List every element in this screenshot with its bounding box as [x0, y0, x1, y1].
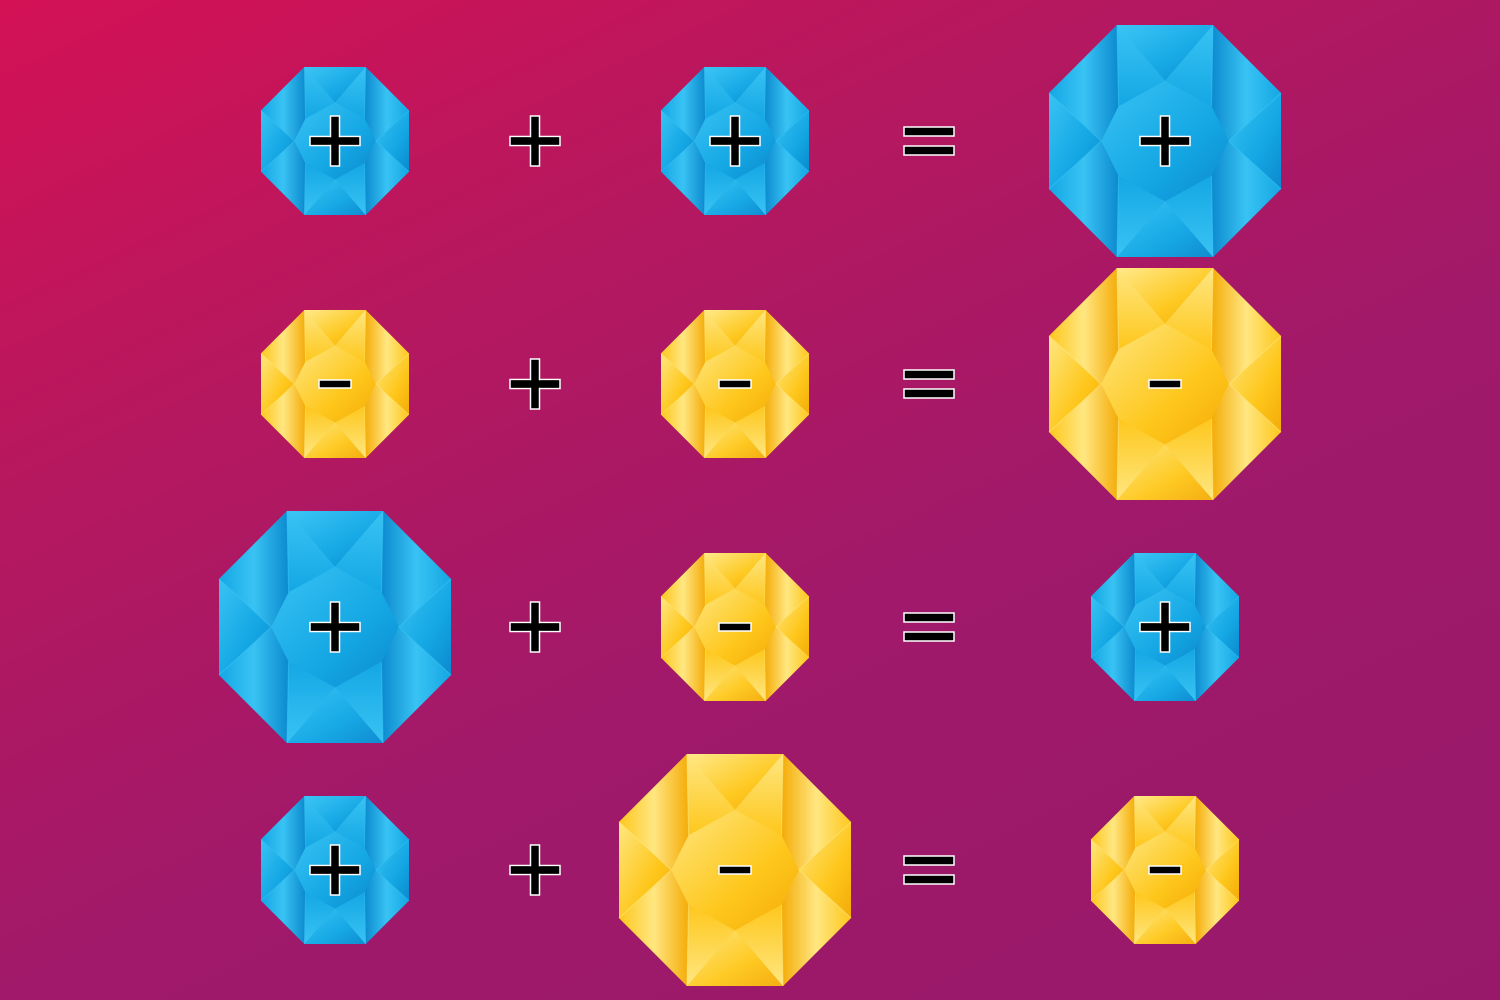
blue-positive-gem-icon: [660, 66, 810, 216]
plus-charge-icon: [295, 587, 375, 667]
minus-charge-icon: [695, 830, 775, 910]
yellow-negative-gem-icon: [260, 309, 410, 459]
yellow-negative-gem-icon: [660, 552, 810, 702]
minus-charge-icon: [695, 587, 775, 667]
minus-charge-icon: [1125, 344, 1205, 424]
blue-positive-gem-icon: [218, 510, 452, 744]
plus-operator-icon: [495, 344, 575, 424]
blue-positive-gem-icon: [260, 66, 410, 216]
equals-operator-icon: [889, 830, 969, 910]
minus-charge-icon: [695, 344, 775, 424]
plus-charge-icon: [1125, 101, 1205, 181]
plus-charge-icon: [295, 830, 375, 910]
plus-charge-icon: [695, 101, 775, 181]
blue-positive-gem-icon: [1048, 24, 1282, 258]
blue-positive-gem-icon: [1090, 552, 1240, 702]
plus-charge-icon: [295, 101, 375, 181]
minus-charge-icon: [1125, 830, 1205, 910]
blue-positive-gem-icon: [260, 795, 410, 945]
plus-operator-icon: [495, 830, 575, 910]
equals-operator-icon: [889, 587, 969, 667]
yellow-negative-gem-icon: [1048, 267, 1282, 501]
plus-charge-icon: [1125, 587, 1205, 667]
equation-grid: [0, 0, 1500, 1000]
equals-operator-icon: [889, 344, 969, 424]
equals-operator-icon: [889, 101, 969, 181]
plus-operator-icon: [495, 101, 575, 181]
plus-operator-icon: [495, 587, 575, 667]
yellow-negative-gem-icon: [618, 753, 852, 987]
yellow-negative-gem-icon: [660, 309, 810, 459]
minus-charge-icon: [295, 344, 375, 424]
yellow-negative-gem-icon: [1090, 795, 1240, 945]
